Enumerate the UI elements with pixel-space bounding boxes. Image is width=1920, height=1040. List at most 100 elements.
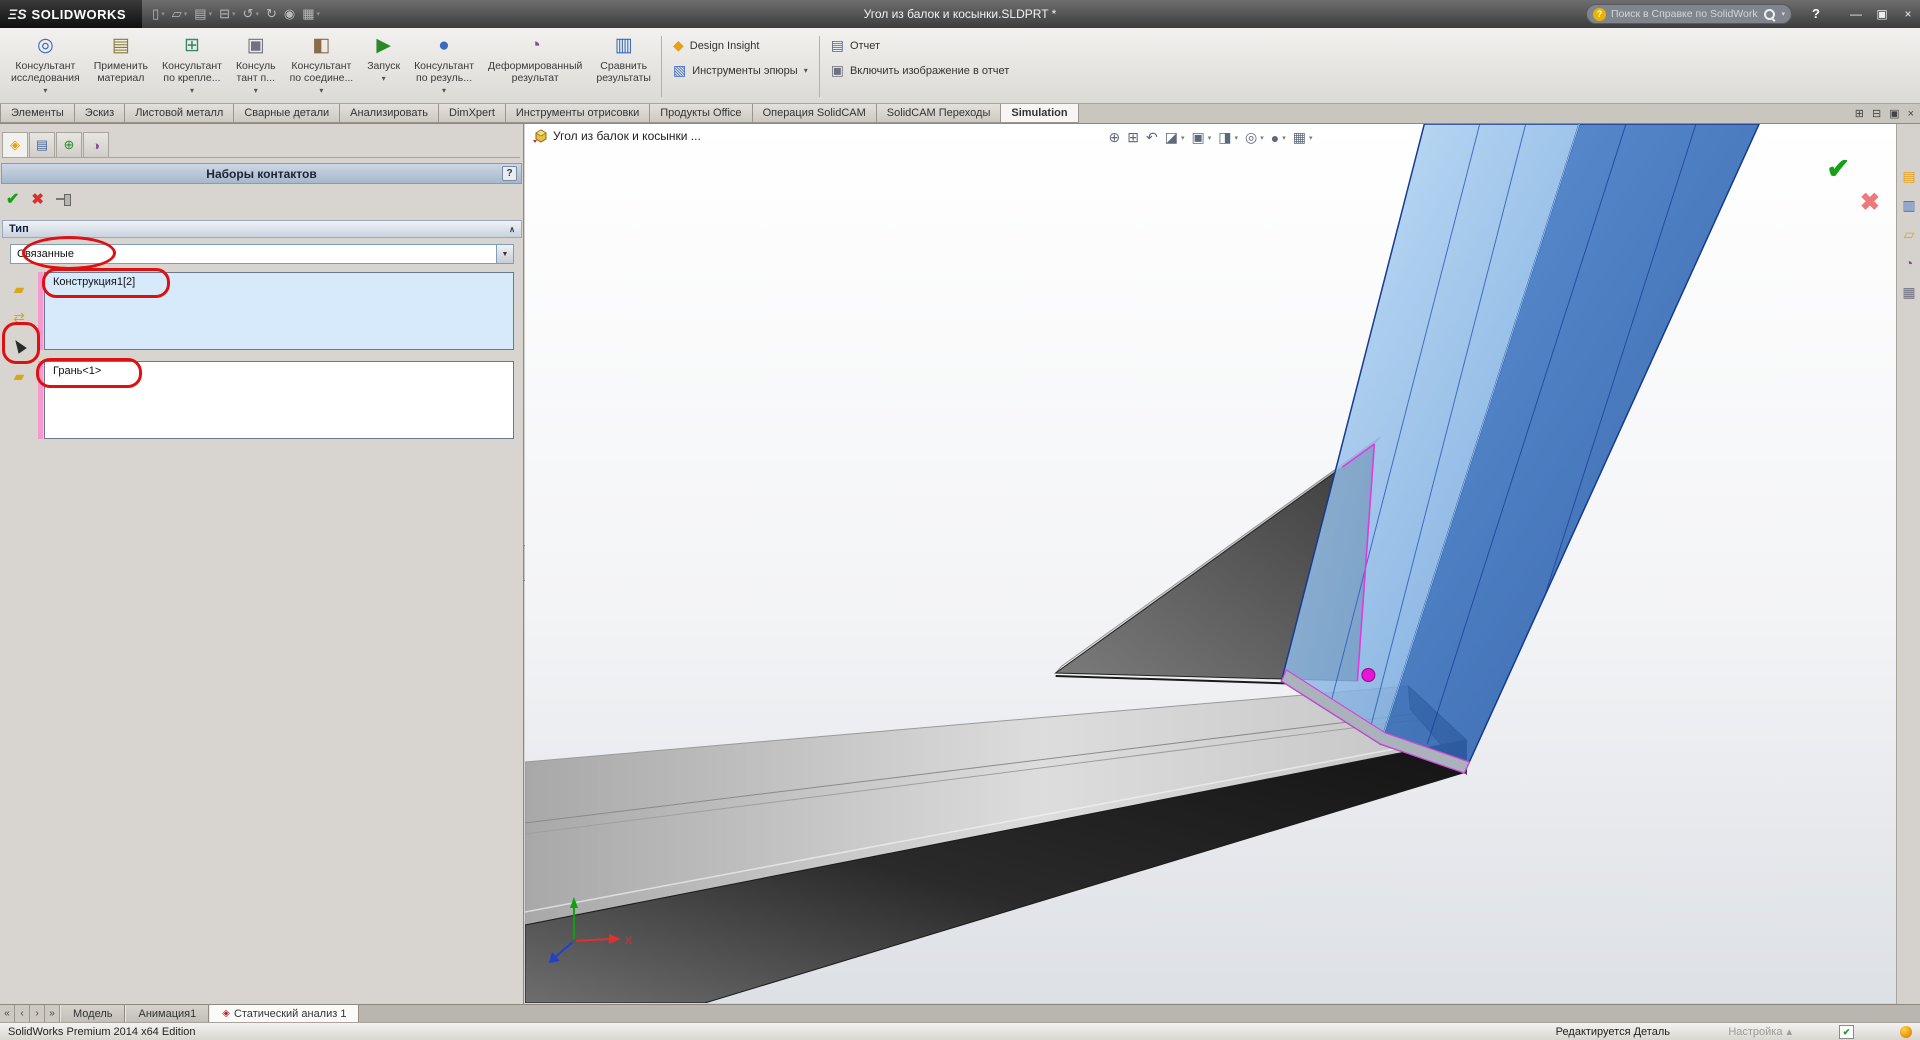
tab-configuration-manager[interactable]: ⊕ — [56, 132, 82, 157]
apply-scene-icon[interactable]: ▦ — [1293, 129, 1306, 146]
run-study-button[interactable]: ▶ Запуск ▾ — [360, 30, 407, 103]
doc-restore-button[interactable]: ▣ — [1889, 107, 1899, 120]
mesh-grid-icon[interactable]: ▦ — [1898, 280, 1920, 304]
view-orientation-icon[interactable]: ▣ — [1191, 129, 1204, 146]
confirmation-cancel-button[interactable]: ✖ — [1860, 188, 1880, 217]
tab-evaluate[interactable]: Анализировать — [339, 104, 440, 123]
tab-sheet-metal[interactable]: Листовой металл — [124, 104, 235, 123]
doc-minimize-button[interactable]: ⊟ — [1872, 107, 1881, 120]
hide-show-items-icon[interactable]: ◎ — [1245, 129, 1257, 146]
command-tab-row: Элементы Эскиз Листовой металл Сварные д… — [0, 104, 1920, 124]
tab-weldments[interactable]: Сварные детали — [233, 104, 341, 123]
tab-feature-manager[interactable]: ▤ — [29, 132, 55, 157]
blue-beam-body[interactable] — [1280, 124, 1760, 774]
chevron-down-icon: ▾ — [442, 86, 447, 96]
edit-appearance-icon[interactable]: ● — [1271, 130, 1279, 146]
rebuild-button[interactable]: ◉ — [284, 6, 295, 22]
chevron-down-icon[interactable]: ▾ — [1181, 134, 1185, 142]
save-icon: ▤ — [194, 6, 207, 21]
plot-pie-icon[interactable]: ◔ — [1898, 251, 1920, 275]
plot-tools-button[interactable]: ▧ Инструменты эпюры ▾ — [673, 62, 808, 79]
panel-help-button[interactable]: ? — [502, 166, 517, 181]
cancel-button[interactable]: ✖ — [31, 190, 44, 208]
apply-material-button[interactable]: ▤ Применить материал — [87, 30, 155, 103]
compare-results-button[interactable]: ▥ Сравнить результаты — [589, 30, 658, 103]
confirmation-ok-button[interactable]: ✔ — [1827, 152, 1850, 185]
redo-button[interactable]: ↻ — [266, 6, 277, 22]
open-document-button[interactable]: ▱ ▾ — [172, 6, 188, 22]
help-button[interactable]: ? — [1812, 0, 1820, 28]
report-button[interactable]: ▤ Отчет — [831, 37, 1010, 54]
ok-button[interactable]: ✔ — [6, 189, 19, 209]
chevron-down-icon[interactable]: ▾ — [1234, 134, 1238, 142]
document-breadcrumb[interactable]: Угол из балок и косынки ... — [533, 129, 701, 143]
search-input[interactable] — [1611, 8, 1759, 20]
tab-sketch[interactable]: Эскиз — [73, 104, 126, 123]
simulation-advisor-icon[interactable]: ▤ — [1898, 164, 1920, 188]
minimize-button[interactable]: — — [1848, 7, 1864, 21]
tab-office-products[interactable]: Продукты Office — [649, 104, 753, 123]
tab-property-manager[interactable]: ◈ — [2, 132, 28, 157]
settings-text: Настройка — [1728, 1026, 1783, 1038]
study-advisor-button[interactable]: ◎ Консультант исследования ▾ — [4, 30, 87, 103]
document-window-controls: ⊞ ⊟ ▣ × — [1855, 104, 1920, 123]
save-button[interactable]: ▤ ▾ — [194, 6, 212, 22]
graphics-viewport[interactable]: X Угол из балок и косынки ... ⊕ ⊞ ↶ ◪ ▾ ▣… — [525, 124, 1896, 1003]
tab-simulation[interactable]: Simulation — [1000, 104, 1079, 123]
tab-animation[interactable]: Анимация1 — [125, 1005, 210, 1022]
tab-solidcam-transitions[interactable]: SolidCAM Переходы — [875, 104, 1002, 123]
last-tab-button[interactable]: » — [45, 1005, 60, 1022]
fixtures-advisor-button[interactable]: ⊞ Консультант по крепле... ▾ — [155, 30, 229, 103]
button-label: Деформированный — [488, 60, 583, 72]
display-style-icon[interactable]: ◨ — [1218, 129, 1231, 146]
gray-beam-body[interactable] — [525, 684, 1468, 1003]
tab-solidcam-operation[interactable]: Операция SolidCAM — [751, 104, 877, 123]
include-image-icon: ▣ — [830, 62, 844, 78]
collapse-chevron-icon[interactable]: ∧ — [509, 225, 515, 233]
previous-view-icon[interactable]: ↶ — [1146, 129, 1158, 146]
model-scene[interactable]: X — [525, 124, 1896, 1003]
help-search-box[interactable]: ? ▾ — [1586, 4, 1792, 24]
first-tab-button[interactable]: « — [0, 1005, 15, 1022]
type-group-header[interactable]: Тип ∧ — [2, 220, 522, 238]
resource-monitor-icon[interactable] — [1900, 1026, 1912, 1038]
tab-dimxpert[interactable]: DimXpert — [438, 104, 506, 123]
results-chart-icon[interactable]: ▥ — [1898, 193, 1920, 217]
loads-advisor-button[interactable]: ▣ Консуль тант п... ▾ — [229, 30, 283, 103]
status-check-icon[interactable]: ✔ — [1839, 1025, 1854, 1039]
doc-cascade-button[interactable]: ⊞ — [1855, 107, 1864, 120]
chevron-down-icon[interactable]: ▾ — [1260, 134, 1264, 142]
design-insight-button[interactable]: ◆ Design Insight — [673, 37, 808, 54]
settings-label[interactable]: Настройка ▴ — [1728, 1023, 1792, 1040]
options-button[interactable]: ▦ ▾ — [302, 6, 320, 22]
tab-elements[interactable]: Элементы — [0, 104, 75, 123]
print-button[interactable]: ⊟ ▾ — [219, 6, 235, 22]
results-advisor-button[interactable]: ● Консультант по резуль... ▾ — [407, 30, 481, 103]
new-document-button[interactable]: ▯ ▾ — [152, 6, 165, 22]
pin-icon[interactable] — [55, 192, 72, 206]
deformed-result-button[interactable]: ◔ Деформированный результат — [481, 30, 589, 103]
study-folder-icon[interactable]: ▱ — [1898, 222, 1920, 246]
zoom-fit-icon[interactable]: ⊕ — [1109, 129, 1121, 146]
chevron-down-icon[interactable]: ▾ — [1309, 134, 1313, 142]
chevron-down-icon[interactable]: ▾ — [1208, 134, 1212, 142]
include-image-button[interactable]: ▣ Включить изображение в отчет — [831, 62, 1010, 79]
restore-button[interactable]: ▣ — [1874, 7, 1890, 21]
connections-advisor-button[interactable]: ◧ Консультант по соедине... ▾ — [283, 30, 361, 103]
chevron-down-icon[interactable]: ▾ — [1282, 134, 1286, 142]
prev-tab-button[interactable]: ‹ — [15, 1005, 30, 1022]
doc-close-button[interactable]: × — [1908, 108, 1914, 120]
search-icon[interactable] — [1763, 8, 1776, 21]
undo-button[interactable]: ↺ ▾ — [243, 6, 259, 22]
tab-render-tools[interactable]: Инструменты отрисовки — [504, 104, 651, 123]
tab-appearance-manager[interactable]: ◑ — [83, 132, 109, 157]
section-view-icon[interactable]: ◪ — [1165, 129, 1178, 146]
close-button[interactable]: × — [1900, 7, 1916, 21]
tab-model[interactable]: Модель — [60, 1005, 126, 1022]
dropdown-arrow-button[interactable]: ▼ — [496, 245, 513, 263]
next-tab-button[interactable]: › — [30, 1005, 45, 1022]
zoom-area-icon[interactable]: ⊞ — [1127, 129, 1139, 146]
chevron-down-icon[interactable]: ▾ — [1781, 10, 1785, 18]
tab-static-analysis[interactable]: ◈ Статический анализ 1 — [209, 1005, 360, 1022]
contact-vertex-marker[interactable] — [1361, 668, 1376, 682]
